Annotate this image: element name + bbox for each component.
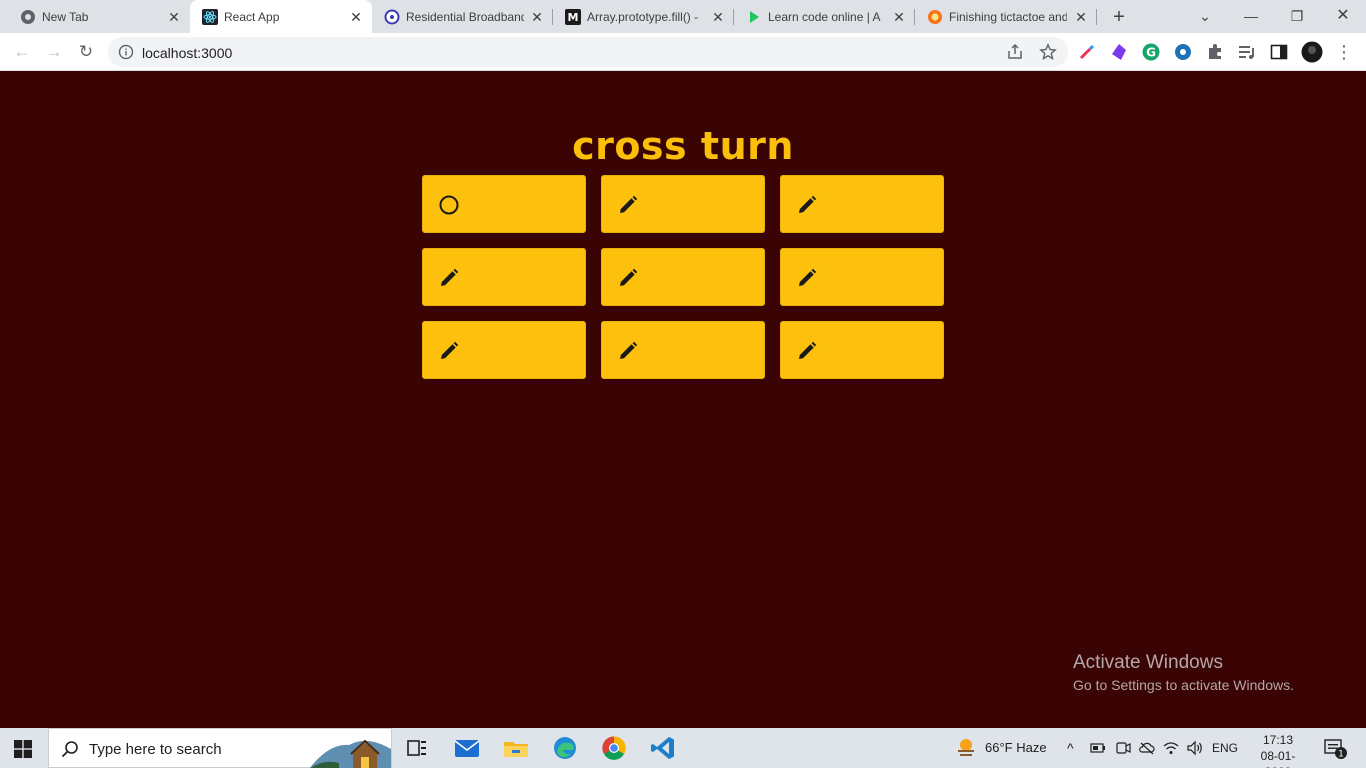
grammarly-extension-icon[interactable]: G (1141, 42, 1161, 62)
side-panel-icon[interactable] (1269, 42, 1289, 62)
pencil-icon (620, 268, 638, 286)
search-highlight-illustration (309, 739, 391, 768)
weather-haze-icon[interactable] (955, 736, 977, 758)
chrome-icon (21, 10, 35, 24)
close-icon[interactable]: ✕ (348, 9, 364, 25)
tab-react-app[interactable]: React App ✕ (190, 0, 372, 33)
wifi-icon[interactable] (1163, 740, 1179, 756)
browser-toolbar: ← → ↻ localhost:3000 G ⋮ (0, 33, 1366, 71)
tab-title: React App (224, 10, 280, 24)
notification-center-icon[interactable]: 1 (1324, 738, 1348, 760)
clock[interactable]: 17:13 08-01-2023 (1248, 732, 1308, 768)
edge-icon[interactable] (551, 734, 579, 762)
play-icon (750, 11, 759, 23)
battery-icon[interactable] (1090, 741, 1106, 755)
info-icon[interactable] (118, 44, 134, 60)
board-cell-6[interactable] (422, 321, 586, 379)
react-icon (202, 9, 218, 25)
pencil-icon (799, 268, 817, 286)
tab-title: Residential Broadband (406, 10, 524, 24)
tictactoe-page: cross turn Activate Windows Go to Settin… (0, 72, 1366, 728)
pencil-icon (441, 268, 459, 286)
restore-button[interactable]: ❐ (1285, 5, 1309, 27)
pencil-icon (620, 195, 638, 213)
svg-text:G: G (1146, 46, 1156, 60)
close-window-button[interactable]: ✕ (1331, 5, 1355, 27)
file-explorer-icon[interactable] (502, 734, 530, 762)
tab-title: New Tab (42, 10, 89, 24)
chrome-taskbar-icon[interactable] (600, 734, 628, 762)
globe-icon (384, 9, 400, 25)
close-icon[interactable]: ✕ (529, 9, 545, 25)
pencil-icon (620, 341, 638, 359)
close-icon[interactable]: ✕ (891, 9, 907, 25)
purple-extension-icon[interactable] (1109, 42, 1129, 62)
tab-strip: New Tab ✕ React App ✕ Residential Broadb… (0, 0, 1366, 33)
weather-text[interactable]: 66°F Haze (985, 728, 1047, 768)
board-cell-7[interactable] (601, 321, 765, 379)
search-placeholder: Type here to search (89, 741, 222, 758)
media-control-icon[interactable] (1237, 42, 1257, 62)
tab-title: Array.prototype.fill() - (587, 10, 699, 24)
language-indicator[interactable]: ENG (1212, 728, 1238, 768)
turn-indicator: cross turn (572, 124, 794, 168)
pencil-icon (799, 195, 817, 213)
url-text: localhost:3000 (142, 45, 233, 61)
tab-array-fill[interactable]: M Array.prototype.fill() - ✕ (553, 0, 734, 33)
share-icon[interactable] (1006, 43, 1024, 61)
tab-finishing-tictactoe[interactable]: Finishing tictactoe and ✕ (915, 0, 1097, 33)
close-icon[interactable]: ✕ (710, 9, 726, 25)
taskbar-search-box[interactable]: Type here to search (48, 728, 392, 768)
forward-button[interactable]: → (44, 42, 64, 62)
reload-button[interactable]: ↻ (76, 42, 96, 62)
cloud-off-icon[interactable] (1139, 741, 1155, 755)
search-icon (61, 741, 78, 758)
show-hidden-icons-chevron-icon[interactable]: ^ (1067, 728, 1074, 768)
board-cell-8[interactable] (780, 321, 944, 379)
tab-residential-broadband[interactable]: Residential Broadband ✕ (372, 0, 553, 33)
extensions-puzzle-icon[interactable] (1205, 42, 1225, 62)
windows-start-icon[interactable] (14, 740, 32, 758)
back-button[interactable]: ← (12, 42, 32, 62)
address-bar[interactable]: localhost:3000 (108, 37, 1068, 67)
minimize-button[interactable]: — (1239, 5, 1263, 27)
close-icon[interactable]: ✕ (1073, 9, 1089, 25)
colorpicker-extension-icon[interactable] (1077, 42, 1097, 62)
tab-title: Finishing tictactoe and (949, 10, 1067, 24)
tab-search-chevron-icon[interactable]: ⌄ (1193, 5, 1217, 27)
pencil-icon (441, 341, 459, 359)
windows-taskbar: Type here to search 66°F Haze ^ ENG 17:1… (0, 728, 1366, 768)
meet-now-icon[interactable] (1115, 741, 1131, 755)
volume-icon[interactable] (1186, 740, 1204, 756)
board-cell-4[interactable] (601, 248, 765, 306)
activate-windows-subtitle: Go to Settings to activate Windows. (1073, 677, 1294, 693)
profile-avatar[interactable] (1301, 41, 1323, 63)
board-cell-0[interactable] (422, 175, 586, 233)
board-cell-3[interactable] (422, 248, 586, 306)
tab-new-tab[interactable]: New Tab ✕ (8, 0, 188, 33)
blue-extension-icon[interactable] (1173, 42, 1193, 62)
clock-date: 08-01-2023 (1260, 749, 1296, 768)
clock-time: 17:13 (1262, 733, 1294, 747)
new-tab-button[interactable]: + (1108, 7, 1130, 27)
circle-icon (439, 195, 459, 215)
tab-learn-code[interactable]: Learn code online | A ✕ (734, 0, 915, 33)
board-cell-5[interactable] (780, 248, 944, 306)
orange-icon (928, 10, 942, 24)
mail-icon[interactable] (453, 734, 481, 762)
tab-title: Learn code online | A (768, 10, 881, 24)
vscode-icon[interactable] (649, 734, 677, 762)
svg-text:M: M (568, 11, 579, 24)
pencil-icon (799, 341, 817, 359)
board-cell-2[interactable] (780, 175, 944, 233)
menu-kebab-icon[interactable]: ⋮ (1334, 42, 1354, 62)
mdn-icon: M (565, 9, 581, 25)
activate-windows-title: Activate Windows (1073, 652, 1223, 673)
close-icon[interactable]: ✕ (166, 9, 182, 25)
task-view-icon[interactable] (403, 734, 431, 762)
notification-count: 1 (1338, 750, 1344, 760)
bookmark-star-icon[interactable] (1039, 43, 1057, 61)
board-cell-1[interactable] (601, 175, 765, 233)
